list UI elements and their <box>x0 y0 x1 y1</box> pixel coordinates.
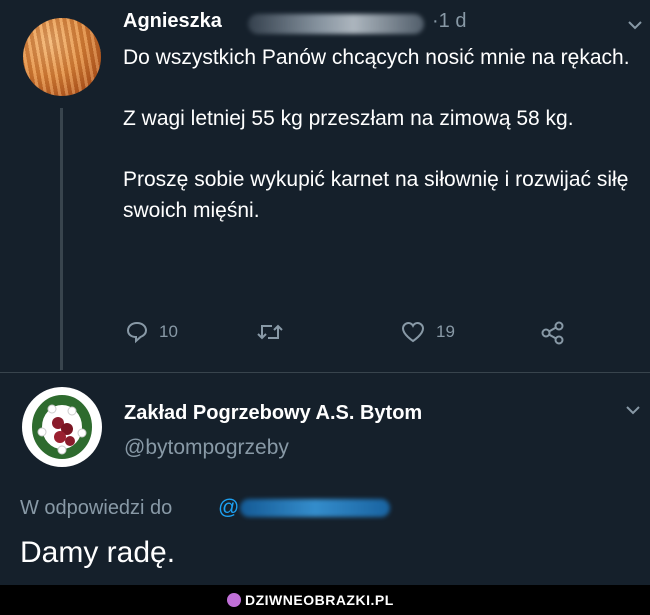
tweet-body: Do wszystkich Panów chcących nosić mnie … <box>123 42 633 256</box>
avatar-agnieszka[interactable] <box>23 18 101 96</box>
share-icon <box>541 321 564 345</box>
tweet-divider <box>0 372 650 373</box>
share-action[interactable] <box>540 320 566 346</box>
tweet-paragraph: Do wszystkich Panów chcących nosić mnie … <box>123 46 630 69</box>
in-reply-to-label: W odpowiedzi do <box>20 497 173 519</box>
tweet-author-name[interactable]: Agnieszka <box>123 10 222 33</box>
reply-text: Damy radę. <box>20 536 176 569</box>
in-reply-to-mention[interactable]: @ <box>218 496 239 520</box>
tweet-time[interactable]: ·1 d <box>432 10 466 33</box>
wreath-icon <box>32 395 92 459</box>
watermark-text: DZIWNEOBRAZKI.PL <box>245 592 394 608</box>
avatar-zaklad-pogrzebowy[interactable] <box>22 387 102 467</box>
chevron-down-icon[interactable] <box>625 405 641 415</box>
avatar-image <box>23 18 101 96</box>
like-count: 19 <box>436 322 455 341</box>
like-action[interactable]: 19 <box>400 320 455 344</box>
reply-count: 10 <box>159 322 178 341</box>
retweet-action[interactable] <box>256 320 284 344</box>
tweet-paragraph: Z wagi letniej 55 kg przeszłam na zimową… <box>123 107 574 130</box>
heart-icon <box>401 321 425 343</box>
redacted-handle <box>248 14 424 34</box>
tweet-paragraph: Proszę sobie wykupić karnet na siłownię … <box>123 168 629 222</box>
retweet-icon <box>257 324 283 340</box>
reply-icon <box>126 321 148 344</box>
thread-connector-line <box>60 108 63 370</box>
reply-author-name[interactable]: Zakład Pogrzebowy A.S. Bytom <box>124 402 422 425</box>
watermark-logo-icon <box>227 593 241 607</box>
reply-author-handle[interactable]: @bytompogrzeby <box>124 436 289 460</box>
redacted-mention <box>240 499 390 517</box>
avatar-image <box>22 387 102 467</box>
chevron-down-icon[interactable] <box>627 20 643 30</box>
reply-action[interactable]: 10 <box>125 320 178 344</box>
